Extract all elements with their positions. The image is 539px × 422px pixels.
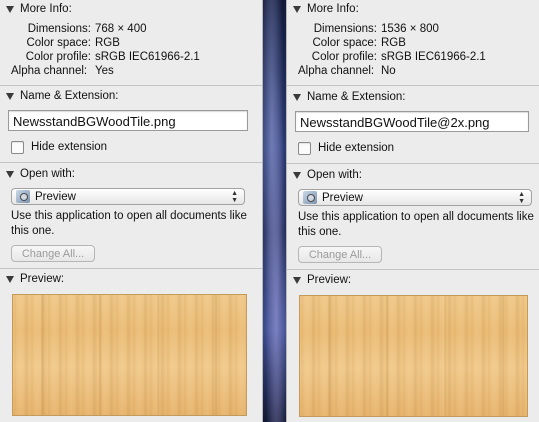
hide-extension-checkbox[interactable] (298, 141, 311, 155)
divider (287, 163, 539, 164)
divider (287, 85, 539, 86)
section-title: Open with: (307, 169, 362, 181)
open-with-header[interactable]: Open with: (287, 167, 539, 183)
info-label: Color space: (312, 37, 377, 49)
info-row-color-space: Color space: RGB (0, 37, 262, 51)
info-panel-left: More Info: Dimensions: 768 × 400 Color s… (0, 0, 263, 422)
open-with-description: Use this application to open all documen… (298, 211, 534, 238)
info-row-color-profile: Color profile: sRGB IEC61966-2.1 (287, 51, 539, 65)
divider (0, 268, 262, 269)
filename-field[interactable]: NewsstandBGWoodTile@2x.png (295, 111, 529, 132)
popup-arrows-icon: ▲ ▼ (518, 191, 525, 205)
info-value: 768 × 400 (95, 23, 147, 35)
info-value: sRGB IEC61966-2.1 (381, 51, 486, 63)
checkbox-label: Hide extension (318, 142, 395, 154)
info-value: RGB (95, 37, 120, 49)
desktop-background (262, 0, 286, 422)
preview-header[interactable]: Preview: (287, 272, 539, 288)
wood-texture-preview (12, 294, 247, 416)
info-value: Yes (95, 65, 114, 77)
info-row-color-space: Color space: RGB (287, 37, 539, 51)
disclosure-triangle-icon[interactable] (293, 5, 301, 13)
divider (0, 162, 262, 163)
info-label: Dimensions: (313, 23, 377, 35)
section-title: More Info: (20, 3, 72, 15)
info-row-dimensions: Dimensions: 768 × 400 (0, 23, 262, 37)
open-with-description: Use this application to open all documen… (11, 210, 247, 237)
hide-extension-checkbox-row[interactable]: Hide extension (11, 140, 107, 154)
popup-label: Preview (322, 191, 363, 204)
info-label: Color profile: (25, 51, 91, 63)
hide-extension-checkbox[interactable] (11, 140, 24, 154)
info-value: No (381, 65, 396, 77)
info-label: Color space: (26, 37, 91, 49)
disclosure-triangle-icon[interactable] (293, 171, 301, 179)
info-row-alpha-channel: Alpha channel: No (287, 65, 539, 79)
disclosure-triangle-icon[interactable] (6, 92, 14, 100)
info-row-color-profile: Color profile: sRGB IEC61966-2.1 (0, 51, 262, 65)
popup-label: Preview (35, 190, 76, 203)
info-panel-right: More Info: Dimensions: 1536 × 800 Color … (286, 0, 539, 422)
section-title: Open with: (20, 168, 75, 180)
hide-extension-checkbox-row[interactable]: Hide extension (298, 141, 394, 155)
disclosure-triangle-icon[interactable] (6, 5, 14, 13)
preview-header[interactable]: Preview: (0, 271, 262, 287)
name-extension-header[interactable]: Name & Extension: (287, 89, 539, 105)
open-with-popup[interactable]: Preview ▲ ▼ (11, 188, 245, 205)
more-info-header[interactable]: More Info: (0, 1, 262, 17)
info-label: Color profile: (311, 51, 377, 63)
disclosure-triangle-icon[interactable] (6, 275, 14, 283)
name-extension-header[interactable]: Name & Extension: (0, 88, 262, 104)
wood-texture-preview (299, 295, 528, 417)
checkbox-label: Hide extension (31, 141, 108, 153)
more-info-header[interactable]: More Info: (287, 1, 539, 17)
divider (0, 85, 262, 86)
popup-arrows-icon: ▲ ▼ (231, 190, 238, 204)
disclosure-triangle-icon[interactable] (6, 170, 14, 178)
change-all-button[interactable]: Change All... (11, 245, 95, 262)
info-row-dimensions: Dimensions: 1536 × 800 (287, 23, 539, 37)
disclosure-triangle-icon[interactable] (293, 93, 301, 101)
info-value: sRGB IEC61966-2.1 (95, 51, 200, 63)
info-label: Alpha channel: (298, 65, 375, 77)
section-title: Preview: (20, 273, 65, 285)
section-title: Name & Extension: (307, 91, 406, 103)
open-with-header[interactable]: Open with: (0, 166, 262, 182)
section-title: Preview: (307, 274, 352, 286)
section-title: Name & Extension: (20, 90, 119, 102)
info-value: 1536 × 800 (381, 23, 439, 35)
change-all-button[interactable]: Change All... (298, 246, 382, 263)
section-title: More Info: (307, 3, 359, 15)
preview-app-icon (303, 191, 317, 204)
info-label: Alpha channel: (11, 65, 88, 77)
info-row-alpha-channel: Alpha channel: Yes (0, 65, 262, 79)
divider (287, 269, 539, 270)
open-with-popup[interactable]: Preview ▲ ▼ (298, 189, 532, 206)
info-label: Dimensions: (27, 23, 91, 35)
disclosure-triangle-icon[interactable] (293, 276, 301, 284)
info-value: RGB (381, 37, 406, 49)
preview-app-icon (16, 190, 30, 203)
filename-field[interactable]: NewsstandBGWoodTile.png (8, 110, 248, 131)
